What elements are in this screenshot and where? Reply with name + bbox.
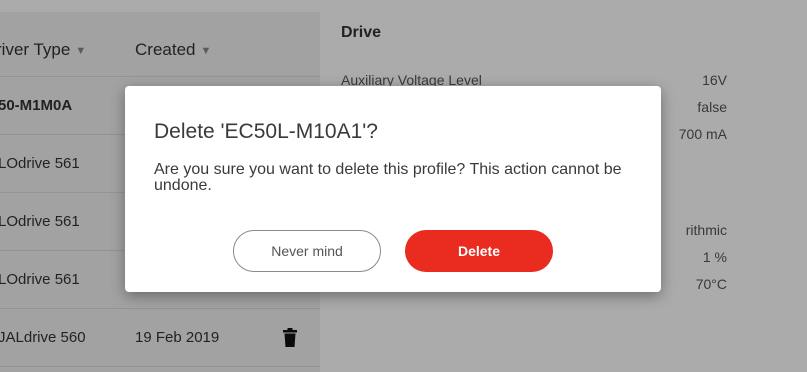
delete-button[interactable]: Delete [405, 230, 553, 272]
dialog-title: Delete 'EC50L-M10A1'? [154, 120, 378, 143]
delete-confirm-dialog: Delete 'EC50L-M10A1'? Are you sure you w… [125, 86, 661, 292]
never-mind-button[interactable]: Never mind [233, 230, 381, 272]
dialog-message: Are you sure you want to delete this pro… [154, 161, 622, 194]
app-window: river Type ▼ Created ▼ 50-M1M0A LOdrive 56… [0, 0, 807, 372]
